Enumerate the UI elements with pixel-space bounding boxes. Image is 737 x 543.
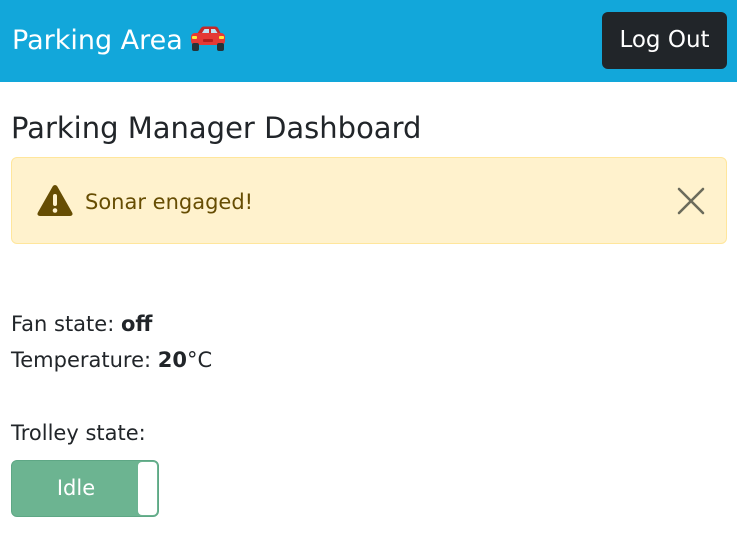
trolley-state-toggle[interactable]: Idle bbox=[11, 460, 159, 517]
warning-triangle-icon bbox=[36, 183, 74, 217]
page-title: Parking Manager Dashboard bbox=[11, 111, 422, 145]
temperature: Temperature: 20°C bbox=[11, 345, 212, 375]
fan-state-value: off bbox=[120, 312, 153, 336]
close-icon[interactable] bbox=[676, 186, 706, 216]
logout-button[interactable]: Log Out bbox=[602, 12, 727, 69]
temperature-unit: °C bbox=[187, 348, 213, 372]
navbar: Parking Area Log Out bbox=[0, 0, 737, 82]
trolley-state-label: Trolley state: bbox=[11, 421, 146, 445]
alert-message: Sonar engaged! bbox=[85, 190, 254, 214]
brand-text: Parking Area bbox=[12, 25, 183, 56]
trolley-state-value: Idle bbox=[56, 476, 96, 500]
sonar-alert: Sonar engaged! bbox=[11, 157, 727, 244]
car-icon bbox=[189, 25, 227, 53]
toggle-knob[interactable] bbox=[138, 462, 157, 515]
fan-state-label: Fan state: bbox=[11, 312, 121, 336]
navbar-brand[interactable]: Parking Area bbox=[12, 22, 227, 60]
temperature-value: 20 bbox=[157, 348, 188, 372]
fan-state: Fan state: off bbox=[11, 309, 152, 339]
temperature-label: Temperature: bbox=[11, 348, 158, 372]
